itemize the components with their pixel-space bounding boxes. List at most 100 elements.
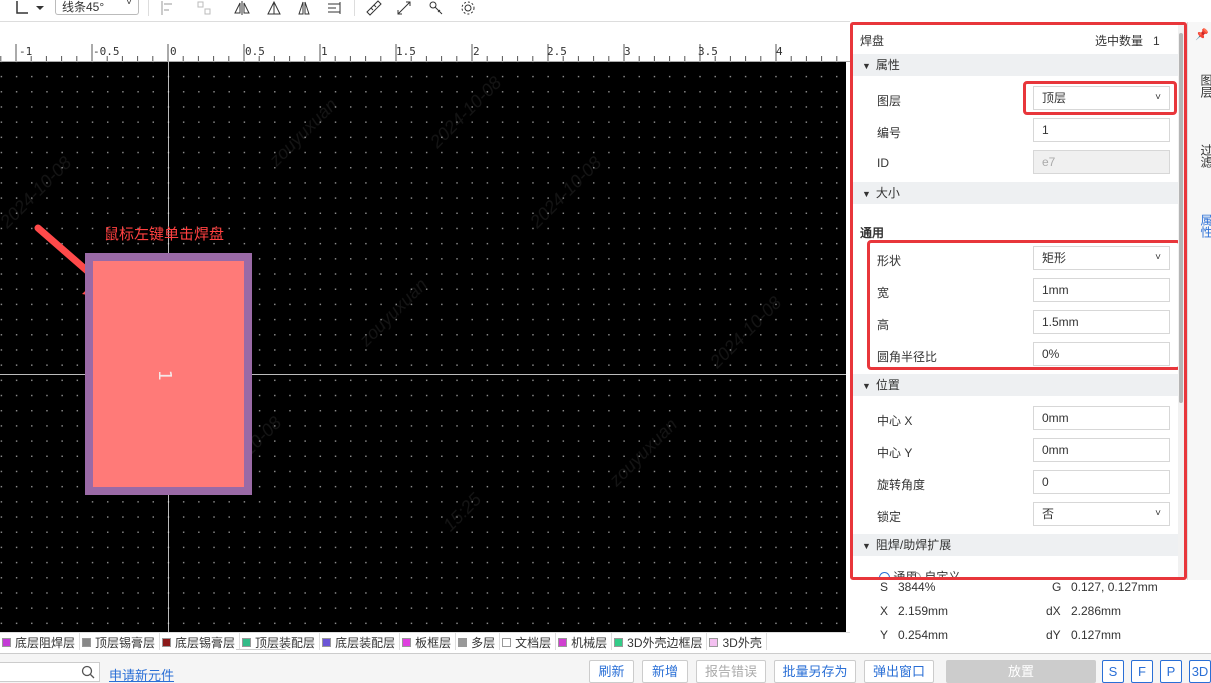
tab-layers[interactable]: 图层 <box>1188 70 1211 102</box>
layer-color-swatch[interactable] <box>709 637 719 647</box>
lock-select[interactable]: 否 ˅ <box>1033 502 1170 526</box>
mirror-icon[interactable] <box>296 0 314 16</box>
ruler-icon[interactable] <box>366 0 384 16</box>
s-button[interactable]: S <box>1102 660 1124 683</box>
chevron-down-icon: ˅ <box>126 0 132 8</box>
3d-button[interactable]: 3D <box>1189 660 1211 683</box>
report-error-button[interactable]: 报告错误 <box>696 660 766 683</box>
height-label: 高 <box>877 318 890 332</box>
height-input[interactable]: 1.5mm <box>1033 310 1170 334</box>
number-input[interactable]: 1 <box>1033 118 1170 142</box>
width-input[interactable]: 1mm <box>1033 278 1170 302</box>
pad-number: 1 <box>154 369 176 382</box>
layer-item[interactable]: 3D外壳边框层 <box>612 633 708 650</box>
f-button[interactable]: F <box>1131 660 1153 683</box>
pad-copper[interactable]: 1 <box>93 261 244 487</box>
collapse-triangle-icon: ▼ <box>862 541 871 551</box>
layer-item[interactable]: 文档层 <box>500 633 557 650</box>
refresh-button[interactable]: 刷新 <box>589 660 634 683</box>
pcb-canvas[interactable]: 2024-10-08 zouyuxuan 2024-10-08 2024-10-… <box>0 62 846 632</box>
collapse-triangle-icon: ▼ <box>862 189 871 199</box>
place-button[interactable]: 放置 <box>946 660 1096 683</box>
layer-name: 机械层 <box>571 635 608 650</box>
layer-color-swatch[interactable] <box>458 637 468 647</box>
pad-solder-mask[interactable]: 1 <box>85 253 252 495</box>
grid-label: G <box>1052 580 1062 594</box>
tab-filter[interactable]: 过滤 <box>1188 140 1211 172</box>
tab-properties[interactable]: 属性 <box>1188 210 1211 242</box>
layer-item[interactable]: 多层 <box>456 633 501 650</box>
layer-color-swatch[interactable] <box>502 637 512 647</box>
layer-color-swatch[interactable] <box>2 637 11 647</box>
ruler-label: 2 <box>473 45 480 58</box>
general-subheading: 通用 <box>860 226 885 240</box>
layer-item[interactable]: 3D外壳 <box>707 633 767 650</box>
lock-label: 锁定 <box>877 510 902 524</box>
tools-icon[interactable] <box>428 0 446 16</box>
chevron-down-icon[interactable] <box>32 0 44 16</box>
dy-value: 0.127mm <box>1071 628 1122 642</box>
properties-panel: 焊盘 选中数量 1 ▼ 属性 图层 顶层 ˅ 编号 1 ID e7 ▼ 大小 通用 … <box>850 22 1187 580</box>
align-icon[interactable] <box>160 0 178 16</box>
layer-item[interactable]: 底层阻焊层 <box>0 633 81 650</box>
section-size[interactable]: ▼ 大小 <box>853 182 1181 204</box>
search-icon[interactable] <box>81 665 95 682</box>
section-mask-expansion[interactable]: ▼ 阻焊/助焊扩展 <box>853 534 1181 556</box>
ruler-label: -1 <box>19 45 33 58</box>
section-properties[interactable]: ▼ 属性 <box>853 54 1181 76</box>
layer-item[interactable]: 顶层锡膏层 <box>80 633 161 650</box>
batch-save-as-button[interactable]: 批量另存为 <box>774 660 856 683</box>
bottom-bar: 申请新元件 刷新 新增 报告错误 批量另存为 弹出窗口 放置 S F P 3D <box>0 653 1211 683</box>
corner-line-tool-icon[interactable] <box>14 0 32 16</box>
rotation-label: 旋转角度 <box>877 478 926 492</box>
shape-select[interactable]: 矩形 ˅ <box>1033 246 1170 270</box>
layer-name: 顶层锡膏层 <box>95 635 156 650</box>
section-label: 阻焊/助焊扩展 <box>875 538 952 552</box>
layer-item[interactable]: 板框层 <box>400 633 457 650</box>
rotation-input[interactable]: 0 <box>1033 470 1170 494</box>
shape-label: 形状 <box>877 254 902 268</box>
toolbar-divider <box>354 0 355 16</box>
scrollbar-thumb[interactable] <box>1179 33 1183 403</box>
layer-item[interactable]: 底层装配层 <box>320 633 401 650</box>
measure-icon[interactable] <box>396 0 414 16</box>
library-search-input[interactable] <box>0 662 100 682</box>
layer-name: 文档层 <box>515 635 552 650</box>
flip-horizontal-icon[interactable] <box>234 0 252 16</box>
layer-color-swatch[interactable] <box>402 637 412 647</box>
popup-window-button[interactable]: 弹出窗口 <box>864 660 934 683</box>
layer-label: 图层 <box>877 94 902 108</box>
mask-mode-radio-custom[interactable]: 自定义 <box>910 568 960 577</box>
corner-radius-input[interactable]: 0% <box>1033 342 1170 366</box>
layer-select[interactable]: 顶层 ˅ <box>1033 86 1170 110</box>
layer-color-swatch[interactable] <box>614 637 624 647</box>
text-flip-icon[interactable] <box>326 0 344 16</box>
layer-color-swatch[interactable] <box>162 637 172 647</box>
p-button[interactable]: P <box>1160 660 1182 683</box>
dx-label: dX <box>1046 604 1061 618</box>
center-x-input[interactable]: 0mm <box>1033 406 1170 430</box>
layer-item[interactable]: 顶层装配层 <box>240 633 321 650</box>
layer-color-swatch[interactable] <box>82 637 92 647</box>
lock-value: 否 <box>1042 507 1055 521</box>
panel-scrollbar[interactable] <box>1178 25 1184 577</box>
center-y-input[interactable]: 0mm <box>1033 438 1170 462</box>
section-position[interactable]: ▼ 位置 <box>853 374 1181 396</box>
radio-unchecked-icon <box>910 572 921 577</box>
layer-color-swatch[interactable] <box>242 637 252 647</box>
top-toolbar: 线条45° ˅ <box>0 0 850 22</box>
layer-color-swatch[interactable] <box>558 637 568 647</box>
y-label: Y <box>880 628 889 642</box>
layer-item[interactable]: 底层锡膏层 <box>160 633 241 650</box>
line-mode-select[interactable]: 线条45° ˅ <box>55 0 139 15</box>
layer-color-swatch[interactable] <box>322 637 332 647</box>
gear-icon[interactable] <box>460 0 478 16</box>
ruler-label: 1 <box>321 45 328 58</box>
flip-vertical-icon[interactable] <box>266 0 284 16</box>
pin-icon[interactable]: 📌 <box>1195 28 1209 41</box>
add-button[interactable]: 新增 <box>642 660 688 683</box>
request-new-part-link[interactable]: 申请新元件 <box>109 665 174 683</box>
layer-item[interactable]: 机械层 <box>556 633 613 650</box>
distribute-icon[interactable] <box>196 0 214 16</box>
selected-count: 选中数量 1 <box>1095 32 1160 49</box>
